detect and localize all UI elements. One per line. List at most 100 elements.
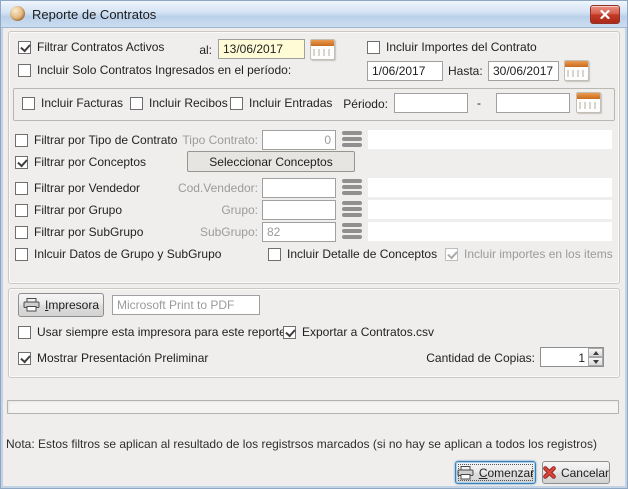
- checkbox-solo-contratos-ingresados[interactable]: Incluir Solo Contratos Ingresados en el …: [18, 63, 291, 77]
- stepper-down-button[interactable]: [588, 357, 603, 366]
- seleccionar-conceptos-button[interactable]: Seleccionar Conceptos: [187, 151, 355, 172]
- progress-bar: [7, 400, 619, 414]
- checkbox-incluir-facturas[interactable]: Incluir Facturas: [22, 96, 123, 110]
- cantidad-copias-label: Cantidad de Copias:: [425, 351, 535, 365]
- button-label: Comenzar: [479, 466, 534, 480]
- note-text: Nota: Estos filtros se aplican al result…: [6, 437, 597, 451]
- checkbox-box: [22, 97, 35, 110]
- grupo-label: Grupo:: [148, 203, 258, 217]
- lookup-bars-icon[interactable]: [341, 131, 363, 148]
- app-icon: [10, 6, 25, 21]
- checkbox-box: [18, 64, 31, 77]
- checkbox-incluir-importes-del-contrato[interactable]: Incluir Importes del Contrato: [367, 40, 537, 54]
- checkbox-exportar-contratos-csv[interactable]: Exportar a Contratos.csv: [283, 325, 434, 339]
- lookup-bars-icon[interactable]: [341, 223, 363, 240]
- checkbox-filtrar-por-subgrupo[interactable]: Filtrar por SubGrupo: [15, 225, 143, 239]
- cantidad-copias-stepper[interactable]: 1: [540, 347, 604, 367]
- checkbox-label: Filtrar por Conceptos: [34, 155, 146, 169]
- button-label: Impresora: [45, 298, 99, 312]
- tipo-contrato-input[interactable]: [262, 130, 336, 150]
- checkbox-box: [268, 248, 281, 261]
- periodo-label: Périodo:: [330, 97, 388, 111]
- checkbox-label: Mostrar Presentación Preliminar: [37, 351, 208, 365]
- checkbox-label: Incluir importes en los items: [464, 247, 613, 261]
- bars-glyph: [342, 201, 362, 205]
- bars-glyph: [342, 223, 362, 227]
- periodo-desde-input[interactable]: [367, 61, 443, 81]
- calendar-icon[interactable]: [310, 39, 335, 60]
- bars-glyph: [342, 131, 362, 135]
- checkbox-filtrar-por-vendedor[interactable]: Filtrar por Vendedor: [15, 181, 140, 195]
- calendar-icon[interactable]: [564, 60, 589, 81]
- checkbox-box: [230, 97, 243, 110]
- checkbox-label: Incluir Importes del Contrato: [386, 40, 537, 54]
- checkbox-label: Incluir Recibos: [149, 96, 228, 110]
- checkbox-box: [18, 326, 31, 339]
- titlebar: Reporte de Contratos: [1, 1, 627, 28]
- cancelar-button[interactable]: Cancelar: [542, 461, 610, 484]
- subgrupo-input[interactable]: [262, 222, 336, 242]
- bars-glyph: [342, 179, 362, 183]
- checkbox-usar-siempre-impresora[interactable]: Usar siempre esta impresora para este re…: [18, 325, 286, 339]
- checkbox-incluir-recibos[interactable]: Incluir Recibos: [130, 96, 228, 110]
- vendedor-descripcion-field: [368, 178, 612, 197]
- al-label: al:: [170, 43, 212, 57]
- checkbox-label: Incluir Entradas: [249, 96, 332, 110]
- checkbox-box: [15, 182, 28, 195]
- checkbox-incluir-detalle-conceptos[interactable]: Incluir Detalle de Conceptos: [268, 247, 437, 261]
- checkbox-box: [15, 226, 28, 239]
- lookup-bars-icon[interactable]: [341, 201, 363, 218]
- checkbox-label: Filtrar por Grupo: [34, 203, 122, 217]
- checkbox-filtrar-por-conceptos[interactable]: Filtrar por Conceptos: [15, 155, 146, 169]
- checkbox-box-checked: [18, 41, 31, 54]
- triangle-up-icon: [593, 351, 599, 355]
- periodo-rango-desde-input[interactable]: [394, 93, 468, 113]
- checkbox-box: [15, 204, 28, 217]
- checkbox-incluir-datos-grupo-subgrupo[interactable]: Inlcuir Datos de Grupo y SubGrupo: [15, 247, 221, 261]
- checkbox-box: [15, 248, 28, 261]
- hasta-label: Hasta:: [448, 64, 483, 78]
- close-button[interactable]: [590, 5, 620, 24]
- button-label: Cancelar: [561, 466, 609, 480]
- triangle-down-icon: [593, 360, 599, 364]
- printer-name-input[interactable]: [112, 295, 260, 315]
- grupo-input[interactable]: [262, 200, 336, 220]
- periodo-separator: -: [477, 96, 481, 110]
- tipo-contrato-label: Tipo Contrato:: [148, 133, 258, 147]
- checkbox-label: Filtrar por Vendedor: [34, 181, 140, 195]
- checkbox-box-checked: [18, 352, 31, 365]
- cod-vendedor-label: Cod.Vendedor:: [148, 181, 258, 195]
- al-date-input[interactable]: [218, 39, 305, 59]
- stepper-buttons: [588, 348, 603, 366]
- cod-vendedor-input[interactable]: [262, 178, 336, 198]
- checkbox-box: [130, 97, 143, 110]
- checkbox-label: Filtrar por SubGrupo: [34, 225, 143, 239]
- printer-icon: [457, 466, 474, 480]
- periodo-hasta-input[interactable]: [488, 61, 559, 81]
- subgrupo-label: SubGrupo:: [148, 225, 258, 239]
- calendar-icon[interactable]: [576, 92, 601, 113]
- checkbox-label: Incluir Facturas: [41, 96, 123, 110]
- checkbox-filtrar-contratos-activos[interactable]: Filtrar Contratos Activos: [18, 40, 164, 54]
- checkbox-mostrar-presentacion-preliminar[interactable]: Mostrar Presentación Preliminar: [18, 351, 208, 365]
- periodo-rango-hasta-input[interactable]: [496, 93, 570, 113]
- lookup-bars-icon[interactable]: [341, 179, 363, 196]
- checkbox-label: Incluir Detalle de Conceptos: [287, 247, 437, 261]
- checkbox-incluir-importes-items-disabled: Incluir importes en los items: [445, 247, 613, 261]
- checkbox-label: Inlcuir Datos de Grupo y SubGrupo: [34, 247, 221, 261]
- comenzar-button[interactable]: Comenzar: [455, 461, 536, 484]
- checkbox-box: [15, 134, 28, 147]
- window-title: Reporte de Contratos: [32, 7, 156, 22]
- checkbox-incluir-entradas[interactable]: Incluir Entradas: [230, 96, 332, 110]
- grupo-descripcion-field: [368, 200, 612, 219]
- checkbox-label: Usar siempre esta impresora para este re…: [37, 325, 286, 339]
- checkbox-box-checked-disabled: [445, 248, 458, 261]
- checkbox-box-checked: [15, 156, 28, 169]
- stepper-up-button[interactable]: [588, 348, 603, 357]
- close-icon: [600, 10, 610, 19]
- impresora-button[interactable]: Impresora: [18, 293, 104, 317]
- checkbox-box-checked: [283, 326, 296, 339]
- checkbox-filtrar-por-grupo[interactable]: Filtrar por Grupo: [15, 203, 122, 217]
- subgrupo-descripcion-field: [368, 222, 612, 241]
- stepper-value[interactable]: 1: [541, 348, 588, 366]
